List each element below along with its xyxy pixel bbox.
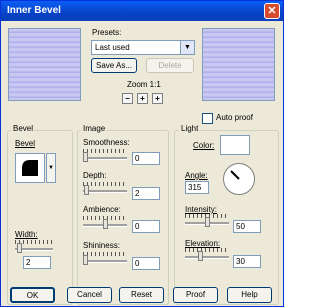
- width-input[interactable]: 2: [23, 256, 51, 269]
- bevel-label: Bevel: [15, 139, 36, 148]
- title-bar[interactable]: Inner Bevel ✕: [1, 1, 283, 21]
- close-button[interactable]: ✕: [264, 3, 280, 19]
- shininess-label: Shininess:: [83, 241, 120, 250]
- ambience-slider[interactable]: [83, 216, 127, 230]
- inner-bevel-dialog: Inner Bevel ✕ Presets: Last used ▼ Save …: [0, 0, 284, 307]
- auto-proof-label: Auto proof: [216, 113, 253, 122]
- width-slider-thumb[interactable]: [17, 243, 22, 253]
- angle-needle-icon: [230, 170, 240, 180]
- ambience-input[interactable]: 0: [132, 220, 160, 233]
- smoothness-input[interactable]: 0: [132, 152, 160, 165]
- shininess-slider-thumb[interactable]: [83, 255, 88, 265]
- presets-value: Last used: [95, 43, 130, 52]
- proof-button[interactable]: Proof: [173, 287, 218, 303]
- bevel-group-title: Bevel: [11, 124, 36, 133]
- zoom-label: Zoom 1:1: [127, 80, 161, 89]
- depth-label: Depth:: [83, 171, 107, 180]
- angle-label: Angle:: [185, 171, 208, 180]
- cancel-button[interactable]: Cancel: [67, 287, 112, 303]
- ok-button[interactable]: OK: [10, 287, 55, 303]
- result-preview[interactable]: [202, 28, 275, 101]
- zoom-in-icon[interactable]: +: [152, 93, 163, 104]
- light-group-title: Light: [179, 124, 201, 133]
- close-icon: ✕: [267, 5, 277, 17]
- smoothness-slider[interactable]: [83, 149, 127, 163]
- bevel-dropdown-arrow-icon[interactable]: ▼: [46, 153, 56, 183]
- intensity-input[interactable]: 50: [233, 220, 261, 233]
- elevation-slider[interactable]: [185, 248, 229, 262]
- intensity-label: Intensity:: [185, 205, 218, 214]
- image-group-title: Image: [81, 124, 108, 133]
- light-color-swatch[interactable]: [220, 135, 250, 155]
- angle-input[interactable]: 315: [185, 181, 209, 194]
- elevation-input[interactable]: 30: [233, 255, 261, 268]
- elevation-slider-thumb[interactable]: [198, 251, 203, 261]
- color-label: Color:: [193, 141, 215, 150]
- bevel-shape-icon: [22, 160, 38, 176]
- smoothness-slider-thumb[interactable]: [83, 152, 88, 162]
- presets-dropdown[interactable]: Last used ▼: [91, 40, 195, 55]
- zoom-out-icon[interactable]: −: [122, 93, 133, 104]
- intensity-slider[interactable]: [185, 214, 229, 228]
- presets-label: Presets:: [92, 28, 122, 37]
- ambience-label: Ambience:: [83, 205, 121, 214]
- width-label: Width:: [15, 230, 38, 239]
- shininess-input[interactable]: 0: [132, 257, 160, 270]
- ambience-slider-thumb[interactable]: [103, 219, 108, 229]
- width-slider[interactable]: [15, 240, 53, 254]
- auto-proof-checkbox[interactable]: [202, 113, 213, 124]
- intensity-slider-thumb[interactable]: [205, 217, 210, 227]
- angle-dial[interactable]: [223, 163, 255, 195]
- depth-slider[interactable]: [83, 182, 127, 196]
- save-as-button[interactable]: Save As...: [91, 58, 137, 73]
- chevron-down-icon: ▼: [180, 41, 194, 54]
- original-preview[interactable]: [8, 28, 81, 101]
- window-title: Inner Bevel: [7, 5, 61, 16]
- shininess-slider[interactable]: [83, 252, 127, 266]
- depth-input[interactable]: 2: [132, 187, 160, 200]
- pan-icon[interactable]: +: [137, 93, 148, 104]
- bevel-shape-picker[interactable]: [15, 153, 45, 183]
- depth-slider-thumb[interactable]: [84, 185, 89, 195]
- elevation-label: Elevation:: [185, 239, 221, 248]
- help-button[interactable]: Help: [227, 287, 272, 303]
- smoothness-label: Smoothness:: [83, 138, 130, 147]
- delete-button[interactable]: Delete: [146, 58, 194, 73]
- reset-button[interactable]: Reset: [119, 287, 164, 303]
